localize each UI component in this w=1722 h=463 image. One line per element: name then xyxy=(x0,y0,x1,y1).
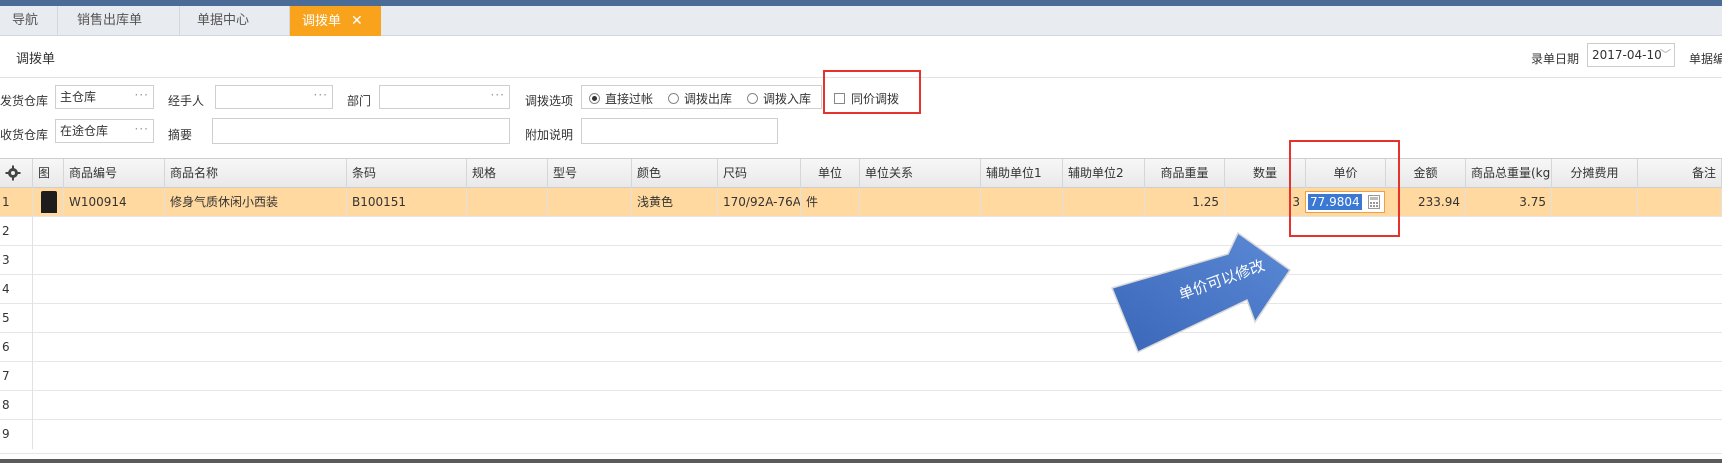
tab-bar: 导航 销售出库单 单据中心 调拨单 ✕ xyxy=(0,6,1722,36)
radio-checked-icon xyxy=(589,93,600,104)
table-row[interactable]: 5 xyxy=(0,304,1722,333)
extra-note-label: 附加说明 xyxy=(525,128,574,142)
extra-note-field[interactable] xyxy=(581,118,778,144)
summary-field[interactable] xyxy=(212,118,510,144)
cell-aux-unit-1[interactable] xyxy=(981,188,1063,217)
col-weight: 商品重量 xyxy=(1145,159,1225,188)
radio-direct-post[interactable]: 直接过帐 xyxy=(589,90,653,107)
tab-document-center[interactable]: 单据中心 xyxy=(180,6,290,36)
cell-barcode[interactable]: B100151 xyxy=(347,188,467,217)
col-total-weight: 商品总重量(kg) xyxy=(1466,159,1552,188)
annotation-arrow: 单价可以修改 xyxy=(1110,231,1292,354)
cell-model[interactable] xyxy=(548,188,632,217)
col-unit: 单位 xyxy=(801,159,860,188)
cell-product-name[interactable]: 修身气质休闲小西装 xyxy=(165,188,347,217)
department-label: 部门 xyxy=(347,94,372,108)
items-grid: 图 商品编号 商品名称 条码 规格 型号 颜色 尺码 单位 单位关系 辅助单位1… xyxy=(0,158,1722,463)
row-number: 8 xyxy=(0,391,33,420)
radio-unchecked-icon xyxy=(747,93,758,104)
from-warehouse-label: 发货仓库 xyxy=(0,94,49,108)
table-row[interactable]: 3 xyxy=(0,246,1722,275)
department-field[interactable]: ··· xyxy=(379,85,510,109)
cell-product-code[interactable]: W100914 xyxy=(64,188,165,217)
col-unit-relation: 单位关系 xyxy=(860,159,981,188)
more-icon[interactable]: ··· xyxy=(135,84,149,106)
more-icon[interactable]: ··· xyxy=(135,118,149,140)
col-color: 颜色 xyxy=(632,159,718,188)
col-allocated-fee: 分摊费用 xyxy=(1552,159,1638,188)
row-number: 6 xyxy=(0,333,33,362)
radio-transfer-out[interactable]: 调拨出库 xyxy=(668,90,732,107)
cell-remark[interactable] xyxy=(1638,188,1722,217)
table-row[interactable]: 8 xyxy=(0,391,1722,420)
tab-navigation[interactable]: 导航 xyxy=(0,6,58,36)
to-warehouse-field[interactable]: 在途仓库 ··· xyxy=(55,119,154,143)
date-label: 录单日期 xyxy=(1531,52,1580,66)
tab-transfer-order[interactable]: 调拨单 ✕ xyxy=(290,6,381,36)
grid-settings[interactable] xyxy=(0,159,33,188)
to-warehouse-label: 收货仓库 xyxy=(0,128,49,142)
col-image: 图 xyxy=(33,159,64,188)
cell-total-weight[interactable]: 3.75 xyxy=(1466,188,1552,217)
cell-allocated-fee[interactable] xyxy=(1552,188,1638,217)
chevron-down-icon: ﹀ xyxy=(1660,48,1671,61)
page-title: 调拨单 xyxy=(16,52,56,67)
from-warehouse-field[interactable]: 主仓库 ··· xyxy=(55,85,154,109)
col-model: 型号 xyxy=(548,159,632,188)
col-aux-unit-1: 辅助单位1 xyxy=(981,159,1063,188)
col-spec: 规格 xyxy=(467,159,548,188)
transfer-option-label: 调拨选项 xyxy=(525,94,574,108)
gear-icon[interactable] xyxy=(5,165,21,181)
row-number: 5 xyxy=(0,304,33,333)
grid-header: 图 商品编号 商品名称 条码 规格 型号 颜色 尺码 单位 单位关系 辅助单位1… xyxy=(0,159,1722,188)
cell-size[interactable]: 170/92A-76A xyxy=(718,188,801,217)
radio-unchecked-icon xyxy=(668,93,679,104)
table-row[interactable]: 1 W100914 修身气质休闲小西装 B100151 浅黄色 170/92A-… xyxy=(0,188,1722,217)
col-product-name: 商品名称 xyxy=(165,159,347,188)
cell-color[interactable]: 浅黄色 xyxy=(632,188,718,217)
more-icon[interactable]: ··· xyxy=(314,84,328,106)
more-icon[interactable]: ··· xyxy=(491,84,505,106)
cell-unit-relation[interactable] xyxy=(860,188,981,217)
radio-transfer-in[interactable]: 调拨入库 xyxy=(747,90,811,107)
row-number: 4 xyxy=(0,275,33,304)
table-row[interactable]: 6 xyxy=(0,333,1722,362)
product-thumbnail xyxy=(41,191,57,213)
grid-bottom-edge xyxy=(0,459,1722,463)
table-row[interactable]: 7 xyxy=(0,362,1722,391)
bill-number-label: 单据编 xyxy=(1689,52,1722,66)
handler-field[interactable]: ··· xyxy=(215,85,333,109)
row-number: 1 xyxy=(0,188,33,217)
row-number: 2 xyxy=(0,217,33,246)
cell-spec[interactable] xyxy=(467,188,548,217)
col-product-code: 商品编号 xyxy=(64,159,165,188)
close-icon[interactable]: ✕ xyxy=(351,13,363,29)
table-row[interactable]: 9 xyxy=(0,420,1722,454)
table-row[interactable]: 4 xyxy=(0,275,1722,304)
cell-image[interactable] xyxy=(33,188,64,217)
col-size: 尺码 xyxy=(718,159,801,188)
row-number: 3 xyxy=(0,246,33,275)
col-aux-unit-2: 辅助单位2 xyxy=(1063,159,1145,188)
highlight-frame-unit-price xyxy=(1289,140,1400,237)
cell-aux-unit-2[interactable] xyxy=(1063,188,1145,217)
col-remark: 备注 xyxy=(1638,159,1722,188)
summary-label: 摘要 xyxy=(168,128,193,142)
cell-unit[interactable]: 件 xyxy=(801,188,860,217)
table-row[interactable]: 2 xyxy=(0,217,1722,246)
col-barcode: 条码 xyxy=(347,159,467,188)
tab-sales-outbound[interactable]: 销售出库单 xyxy=(58,6,180,36)
cell-weight[interactable]: 1.25 xyxy=(1145,188,1225,217)
highlight-frame-same-price xyxy=(823,70,921,114)
row-number: 7 xyxy=(0,362,33,391)
handler-label: 经手人 xyxy=(168,94,205,108)
transfer-option-group: 直接过帐 调拨出库 调拨入库 xyxy=(581,85,822,109)
date-picker[interactable]: 2017-04-10 ﹀ xyxy=(1587,43,1675,67)
row-number: 9 xyxy=(0,420,33,449)
